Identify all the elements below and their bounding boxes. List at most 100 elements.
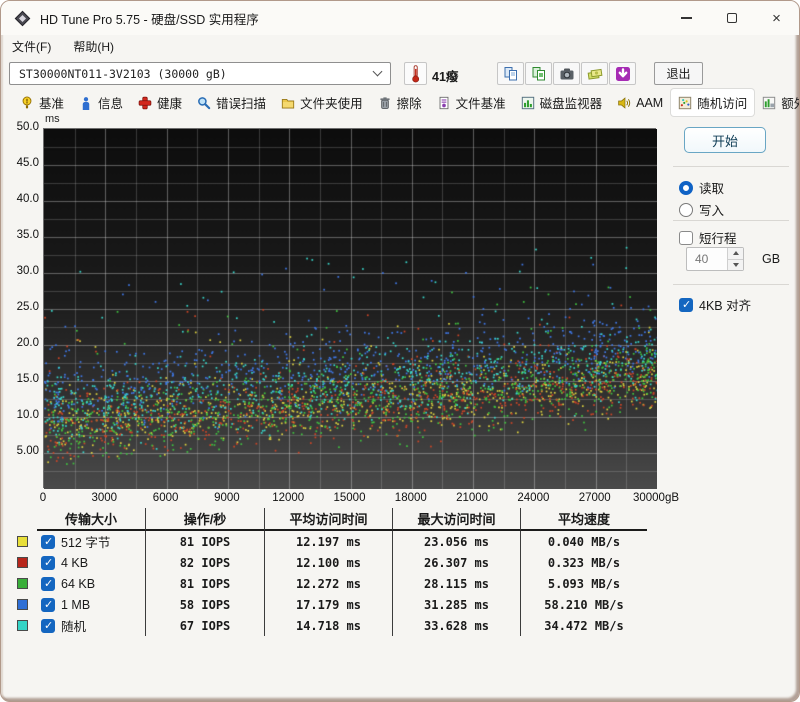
tab-label: 额外测试 [781,97,799,111]
series-swatch-cell [15,578,37,589]
align-4kb-label: 4KB 对齐 [699,299,752,313]
tab-random-access[interactable]: 随机访问 [671,89,755,116]
tab-error-scan[interactable]: 错误扫描 [190,89,273,116]
drive-select[interactable]: ST30000NT011-3V2103 (30000 gB) [9,62,391,85]
max-access-value: 26.307 ms [392,552,520,573]
series-swatch [17,578,28,589]
x-tick-label: 21000 [456,492,489,504]
avg-speed-value: 0.040 MB/s [520,531,647,552]
info-icon [79,96,93,110]
tab-label: 文件基准 [455,97,506,111]
copy-text-button[interactable] [497,62,524,85]
spinner-down-button[interactable] [728,258,743,270]
copy-image-button[interactable] [525,62,552,85]
maximize-button[interactable] [709,1,754,35]
tab-label: 信息 [98,97,124,111]
series-label-cell: 512 字节 [37,531,145,552]
series-swatch-cell [15,557,37,568]
scatter-plot [43,128,657,489]
tab-label: 擦除 [396,97,422,111]
spinner-buttons [727,248,743,270]
series-label: 64 KB [61,576,96,591]
table-header-row: 传输大小 操作/秒 平均访问时间 最大访问时间 平均速度 [15,508,647,531]
iops-value: 81 IOPS [145,573,264,594]
avg-access-value: 12.272 ms [264,573,392,594]
copy-text-icon [504,66,517,80]
iops-value: 82 IOPS [145,552,264,573]
tab-disk-monitor[interactable]: 磁盘监视器 [514,89,610,116]
x-tick-label: 24000 [517,492,550,504]
capacity-spinner[interactable]: 40 [686,247,744,271]
y-tick-label: 30.0 [16,265,39,277]
tab-aam[interactable]: AAM [610,92,670,114]
series-checkbox[interactable] [41,597,55,612]
series-checkbox[interactable] [41,576,55,591]
tab-extra-tests[interactable]: 额外测试 [755,89,799,116]
series-swatch-cell [15,599,37,610]
camera-icon [560,68,573,79]
series-swatch [17,557,28,568]
series-checkbox[interactable] [41,618,55,633]
y-tick-label: 10.0 [16,409,39,421]
tab-file-benchmark[interactable]: 文件基准 [430,89,513,116]
triangle-up-icon [732,251,739,256]
drive-select-value: ST30000NT011-3V2103 (30000 gB) [19,66,227,81]
max-access-value: 31.285 ms [392,594,520,615]
write-radio-label: 写入 [699,204,725,218]
x-tick-label: 12000 [272,492,305,504]
exit-button-label: 退出 [666,67,691,81]
menu-item-help[interactable]: 帮助(H) [73,38,114,55]
thermometer-icon [412,65,420,83]
tab-label: AAM [636,95,664,110]
table-row: 4 KB 82 IOPS 12.100 ms 26.307 ms 0.323 M… [15,552,647,573]
window-title: HD Tune Pro 5.75 - 硬盘/SSD 实用程序 [40,12,259,27]
menu-item-file[interactable]: 文件(F) [12,38,51,55]
close-button[interactable]: × [754,1,799,35]
minimize-button[interactable] [664,1,709,35]
align-4kb-checkbox[interactable] [679,297,693,312]
x-tick-label: 0 [39,492,47,504]
tab-benchmark[interactable]: 基准 [13,89,71,116]
avg-access-value: 12.100 ms [264,552,392,573]
iops-value: 58 IOPS [145,594,264,615]
temperature-button[interactable] [404,62,427,85]
start-button[interactable]: 开始 [684,127,766,153]
update-button[interactable] [609,62,636,85]
screenshot-button[interactable] [553,62,580,85]
tab-health[interactable]: 健康 [131,89,189,116]
hdtune-window: HD Tune Pro 5.75 - 硬盘/SSD 实用程序 × 文件(F) 帮… [0,0,800,702]
exit-button[interactable]: 退出 [654,62,703,85]
tab-info[interactable]: 信息 [72,89,130,116]
tab-erase[interactable]: 擦除 [371,89,429,116]
purchase-button[interactable] [581,62,608,85]
tab-label: 健康 [157,97,183,111]
series-label-cell: 4 KB [37,552,145,573]
avg-speed-value: 5.093 MB/s [520,573,647,594]
x-tick-label: 30000gB [632,492,680,504]
series-checkbox[interactable] [41,534,55,549]
short-stroke-option: 短行程 [679,228,737,247]
maximize-icon [726,13,737,23]
series-checkbox[interactable] [41,555,55,570]
series-label: 1 MB [61,597,91,612]
tab-folder-usage[interactable]: 文件夹使用 [274,89,370,116]
max-access-value: 28.115 ms [392,573,520,594]
avg-speed-value: 58.210 MB/s [520,594,647,615]
write-radio[interactable] [679,202,693,217]
read-radio[interactable] [679,180,693,195]
panel-separator [673,284,789,285]
short-stroke-checkbox[interactable] [679,230,693,245]
folder-usage-icon [281,96,295,110]
series-swatch [17,620,28,631]
capacity-value: 40 [695,252,709,266]
capacity-unit-label: GB [762,252,781,266]
title-bar: HD Tune Pro 5.75 - 硬盘/SSD 实用程序 × [1,1,799,35]
x-tick-label: 15000 [333,492,366,504]
short-stroke-label: 短行程 [699,232,737,246]
spinner-up-button[interactable] [728,248,743,259]
y-tick-label: 20.0 [16,337,39,349]
series-label: 随机 [61,620,87,634]
header-avg-speed: 平均速度 [520,508,647,531]
header-swatch-spacer [15,508,37,531]
max-access-value: 33.628 ms [392,615,520,636]
